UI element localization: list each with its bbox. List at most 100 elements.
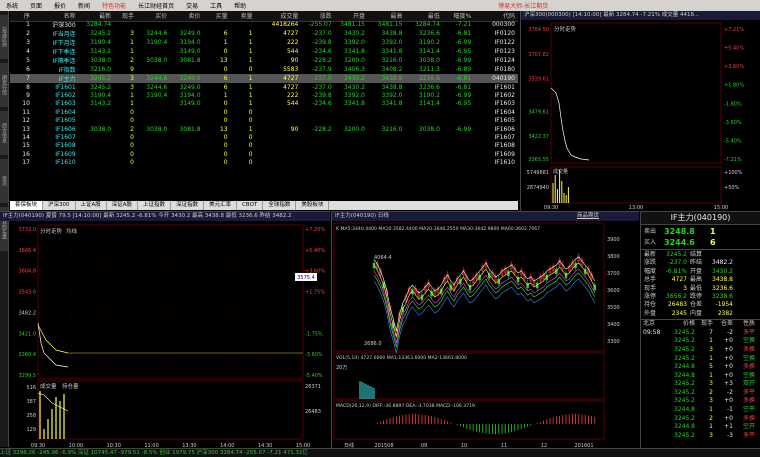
tab-board[interactable]: 深证A股 [107, 201, 139, 210]
quote-cell [137, 133, 170, 141]
quote-row[interactable]: 14 IF1607 0 0 0 IF1607 [10, 133, 518, 141]
pct-tick: -1.80% [724, 101, 742, 107]
quote-row[interactable]: 15 IF1608 0 0 0 IF1608 [10, 142, 518, 150]
quote-cell [137, 150, 170, 158]
volume-tick: 20万 [336, 365, 347, 371]
quote-cell: 0 [130, 134, 134, 142]
trade-cell: 3244.8 [674, 423, 695, 431]
quote-cell: 2 [130, 57, 134, 64]
tab-board[interactable]: 沪深300 [43, 201, 76, 210]
menu-item-quote[interactable]: 报价 [48, 1, 72, 10]
quote-cell: -6.99 [455, 125, 472, 133]
tab-board[interactable]: 上证指数 [138, 201, 172, 210]
ask-price[interactable]: 3248.8 [664, 226, 710, 237]
menu-item-page[interactable]: 页面 [24, 1, 48, 10]
quote-cell: 3341.8 [381, 100, 403, 108]
stat-label: 开盘 [690, 267, 703, 275]
tab-board[interactable]: 美股板块 [296, 201, 330, 210]
menu-item-news[interactable]: 新闻 [72, 1, 96, 10]
stat-value: -237.0 [667, 259, 687, 267]
price-tick: 3300 [607, 339, 620, 345]
pct-tick: -3.60% [724, 120, 742, 126]
sidebar-item-watchlist[interactable]: 自选区块 [0, 15, 8, 59]
quote-row[interactable]: 9 IF1602 3190.4 1 3190.4 3194.0 1 1 222 -239.8 339… [10, 91, 518, 99]
menu-item-home[interactable]: 长江财经首页 [132, 1, 180, 10]
quote-cell: -6.99 [455, 57, 472, 64]
price-tick: 3600 [607, 288, 620, 294]
trade-cell: +0 [724, 354, 733, 362]
quote-row[interactable]: 5 IF隔季连 3038.0 2 3038.0 3081.8 13 1 90 -228.2 3200… [10, 56, 518, 65]
quote-cell: 3 [130, 30, 134, 37]
quote-cell: 3245.2 [78, 74, 115, 83]
column-header[interactable]: 最低 [405, 11, 442, 20]
column-header[interactable]: 幅度% [443, 11, 474, 20]
quote-cell: 544 [286, 48, 299, 55]
menu-item-features[interactable]: 特色功能 [96, 1, 132, 10]
trade-cell: +0 [724, 414, 733, 422]
commodity-link[interactable]: 商品期货 [577, 212, 599, 221]
quote-cell: 0 [223, 100, 228, 108]
quote-cell: 1 [248, 57, 253, 64]
quote-row[interactable]: 16 IF1609 0 0 0 IF1609 [10, 150, 518, 158]
quote-cell: IF下月连 [52, 40, 76, 47]
if-intraday-chart[interactable]: 分时走势 均线 3732.0 3666.4 3604.8 3543.6 3482.2 3421… [0, 221, 330, 449]
menu-item-trade[interactable]: 交易 [180, 1, 204, 10]
quote-cell: 3481.15 [340, 21, 365, 28]
column-header[interactable]: 最新 [79, 11, 114, 20]
column-header[interactable]: 涨跌 [301, 11, 334, 20]
quote-row[interactable]: 13 IF1606 3038.0 2 3038.0 3081.8 13 1 90 -228.2 32… [10, 125, 518, 133]
menu-item-tools[interactable]: 工具 [204, 1, 228, 10]
bid-price[interactable]: 3244.6 [664, 237, 710, 248]
column-header[interactable]: 名称 [33, 11, 79, 20]
menu-item-system[interactable]: 系统 [0, 1, 24, 10]
quote-row[interactable]: 6 IF指数 3216.0 9 0 0 5583 -237.9 3406.3 3408.2 3211… [10, 65, 518, 74]
quote-row[interactable]: 8 IF1601 3245.2 3 3244.6 3249.0 6 1 4727 -237.0 34… [10, 83, 518, 91]
menu-item-help[interactable]: 帮助 [228, 1, 252, 10]
quote-cell: -237.0 [312, 83, 332, 91]
price-tick: 3365.55 [528, 157, 549, 163]
column-header[interactable]: 代码 [474, 11, 518, 20]
quote-cell: IF1607 [55, 134, 76, 142]
column-header[interactable]: 卖量 [231, 11, 256, 20]
quote-cell: -237.9 [312, 66, 332, 73]
quote-row[interactable]: 4 IF下季连 3143.2 1 3149.0 0 1 544 -234.6 3341.8 3341… [10, 47, 518, 56]
quote-row[interactable]: 11 IF1604 0 0 0 IF1604 [10, 108, 518, 116]
trade-cell [643, 423, 665, 432]
tab-board[interactable]: 上证A股 [76, 201, 107, 210]
tab-board[interactable]: 全球指数 [263, 201, 297, 210]
quote-cell: -239.8 [312, 92, 332, 100]
quote-row[interactable]: 12 IF1605 0 0 0 IF1605 [10, 117, 518, 125]
price-tick: 3604.8 [19, 269, 37, 275]
quote-cell: 000300 [492, 21, 515, 28]
quote-row[interactable]: 10 IF1603 3143.2 1 3149.0 0 1 544 -234.6 3341.8 33… [10, 100, 518, 108]
column-header[interactable]: 现手 [114, 11, 137, 20]
column-header[interactable]: 序 [10, 11, 33, 20]
column-header[interactable]: 最高 [368, 11, 405, 20]
tab-board[interactable]: 套保板块 [10, 201, 44, 210]
quote-cell: -7.21 [455, 21, 472, 28]
kline-chart[interactable]: K MA5:3440.4400 MA10:3582.4400 MA20:3646… [332, 221, 640, 449]
quote-cell: 16 [22, 150, 30, 158]
price-tick: 3539.61 [528, 77, 549, 83]
quote-row[interactable]: 3 IF下月连 3190.4 1 3190.4 3194.0 1 1 222 -239.8 3392… [10, 38, 518, 47]
tab-board[interactable]: 美元汇率 [204, 201, 238, 210]
column-header[interactable]: 开盘 [335, 11, 368, 20]
sidebar-item-info[interactable]: 综合信息 [0, 111, 8, 155]
column-header[interactable]: 成交量 [256, 11, 302, 20]
column-header[interactable]: 卖价 [170, 11, 203, 20]
stat-label: 外盘 [644, 309, 657, 317]
column-header[interactable]: 买量 [204, 11, 231, 20]
quote-row[interactable]: 2 IF当月连 3245.2 3 3244.6 3249.0 6 1 4727 -237.0 343… [10, 29, 518, 38]
quote-cell [405, 133, 442, 141]
tab-board[interactable]: CBOT [237, 201, 264, 210]
quote-row[interactable]: 1 沪深300 3284.74 4418264 -255.07 3481.15 3481.1… [10, 20, 518, 29]
sidebar-item-futures[interactable]: 期货行情 [0, 63, 8, 107]
index-intraday-chart[interactable]: 分时走势 3764.50 3707.82 3539.61 3479.61 3422.37 3… [521, 20, 760, 211]
column-header[interactable]: 买价 [137, 11, 170, 20]
trade-cell: 多换 [742, 397, 755, 405]
quote-row[interactable]: 7 IF主力 3245.2 3 3244.6 3249.0 6 1 4727 -237.0 3430… [10, 74, 518, 83]
quote-row[interactable]: 17 IF1610 0 0 0 IF1610 [10, 159, 518, 167]
sidebar-item-news[interactable]: 资讯 [0, 159, 8, 203]
tab-board[interactable]: 深证指数 [171, 201, 205, 210]
price-tick: 3707.82 [528, 52, 549, 58]
